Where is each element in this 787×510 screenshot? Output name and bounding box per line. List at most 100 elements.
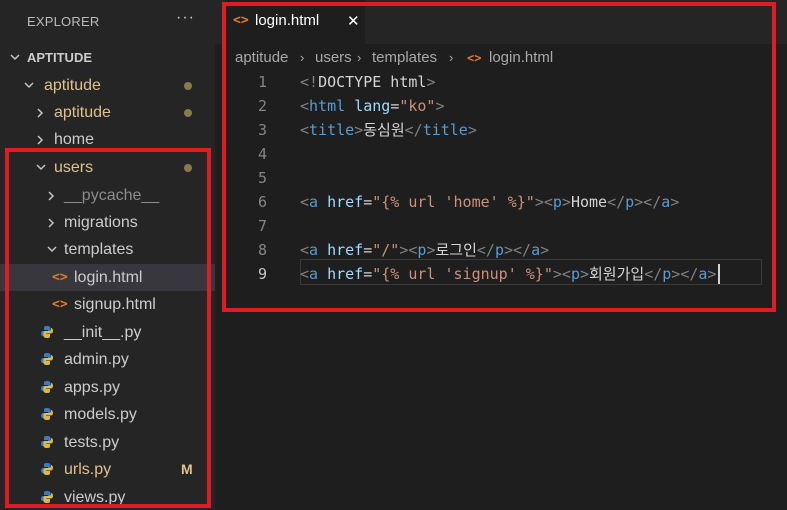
tree-file-init-py[interactable]: __init__.py [0, 319, 215, 346]
code-text: <a href="{% url 'signup' %}"><p>회원가입</p>… [300, 262, 716, 286]
code-line[interactable]: 4 [215, 142, 787, 166]
code-token: > [561, 193, 571, 211]
tree-folder-aptitude-inner[interactable]: aptitude [0, 99, 215, 126]
tab-label: login.html [255, 12, 320, 29]
chevron-right-icon [34, 126, 48, 153]
code-token: >< [552, 265, 571, 283]
tree-folder-pycache[interactable]: __pycache__ [0, 182, 215, 209]
tree-file-apps-py[interactable]: apps.py [0, 374, 215, 401]
tree-label: __init__.py [64, 324, 142, 341]
tab-bar: <> login.html ✕ [215, 0, 787, 44]
breadcrumb-item[interactable]: users [315, 44, 352, 72]
code-token: html [309, 97, 346, 115]
code-token: p [552, 193, 562, 211]
code-token: < [300, 241, 310, 259]
tree-label: tests.py [64, 434, 120, 451]
code-token: Home [570, 193, 608, 211]
modified-badge: M [181, 461, 193, 477]
code-token: 회원가입 [589, 265, 645, 283]
code-line[interactable]: 5 [215, 166, 787, 190]
python-file-icon [41, 408, 53, 420]
line-number: 8 [257, 241, 267, 259]
code-token: > [426, 73, 436, 91]
tab-login-html[interactable]: <> login.html ✕ [225, 0, 365, 44]
tree-label: apps.py [64, 379, 121, 396]
line-number: 4 [257, 145, 267, 163]
tree-file-admin-py[interactable]: admin.py [0, 346, 215, 373]
line-number: 6 [257, 193, 267, 211]
close-icon[interactable]: ✕ [347, 12, 360, 30]
tree-file-login-html[interactable]: <> login.html [0, 264, 215, 291]
tree-root-aptitude[interactable]: APTITUDE [0, 44, 215, 71]
tree-file-models-py[interactable]: models.py [0, 401, 215, 428]
code-token: > [670, 193, 680, 211]
code-token: "{% url 'home' %}" [372, 193, 535, 211]
tree-file-urls-py[interactable]: urls.py M [0, 456, 215, 483]
html-file-icon: <> [233, 13, 249, 28]
code-token: < [300, 121, 310, 139]
code-token: > [540, 241, 550, 259]
code-token: a [309, 265, 319, 283]
breadcrumb-item[interactable]: aptitude [235, 44, 288, 72]
chevron-down-icon [8, 44, 22, 71]
code-line[interactable]: 9 <a href="{% url 'signup' %}"><p>회원가입</p… [215, 262, 787, 286]
explorer-sidebar: EXPLORER ··· APTITUDE aptitude aptitude … [0, 0, 215, 510]
tree-label: users [54, 159, 94, 176]
code-token: ></ [634, 193, 662, 211]
code-token: <! [300, 73, 319, 91]
tree-label: admin.py [64, 351, 129, 368]
tree-folder-aptitude[interactable]: aptitude [0, 72, 215, 99]
tree-folder-home[interactable]: home [0, 126, 215, 153]
tree-file-tests-py[interactable]: tests.py [0, 429, 215, 456]
modified-dot [184, 109, 192, 117]
python-file-icon [41, 326, 53, 338]
python-file-icon [41, 436, 53, 448]
line-number: 3 [257, 121, 267, 139]
chevron-right-icon [34, 99, 48, 126]
tree-label: aptitude [44, 77, 101, 94]
code-token: >< [534, 193, 553, 211]
tree-label: models.py [64, 406, 137, 423]
code-token: href [327, 193, 364, 211]
code-token: p [662, 265, 672, 283]
tree-label: views.py [64, 489, 126, 506]
tree-file-signup-html[interactable]: <> signup.html [0, 291, 215, 318]
code-line[interactable]: 6 <a href="{% url 'home' %}"><p>Home</p><… [215, 190, 787, 214]
code-line[interactable]: 3 <title>동심원</title> [215, 118, 787, 142]
more-actions-icon[interactable]: ··· [176, 9, 195, 27]
code-token: > [354, 121, 364, 139]
tree-label: login.html [74, 269, 143, 286]
code-token: href [327, 265, 364, 283]
code-token: DOCTYPE html [318, 73, 427, 91]
tree-folder-templates[interactable]: templates [0, 236, 215, 263]
code-token: a [309, 241, 319, 259]
code-token: = [390, 97, 400, 115]
code-token: < [300, 193, 310, 211]
editor-area: <> login.html ✕ aptitude › users › templ… [215, 0, 787, 510]
tree-file-views-py[interactable]: views.py [0, 484, 215, 510]
code-line[interactable]: 7 [215, 214, 787, 238]
breadcrumb-item[interactable]: login.html [489, 44, 553, 72]
code-line[interactable]: 2 <html lang="ko"> [215, 94, 787, 118]
code-text: <!DOCTYPE html> [300, 70, 435, 94]
tree-folder-users[interactable]: users [0, 154, 215, 181]
line-number: 7 [257, 217, 267, 235]
python-file-icon [41, 381, 53, 393]
chevron-right-icon: › [300, 50, 305, 65]
code-token: > [467, 121, 477, 139]
code-token: = [363, 241, 373, 259]
line-number: 2 [257, 97, 267, 115]
code-line[interactable]: 1 <!DOCTYPE html> [215, 70, 787, 94]
breadcrumb-item[interactable]: templates [372, 44, 437, 72]
html-file-icon: <> [52, 270, 68, 285]
code-token: = [363, 265, 373, 283]
code-token: < [300, 97, 310, 115]
tree-folder-migrations[interactable]: migrations [0, 209, 215, 236]
line-number: 5 [257, 169, 267, 187]
python-file-icon [41, 353, 53, 365]
code-line[interactable]: 8 <a href="/"><p>로그인</p></a> [215, 238, 787, 262]
python-file-icon [41, 491, 53, 503]
code-token: > [579, 265, 589, 283]
